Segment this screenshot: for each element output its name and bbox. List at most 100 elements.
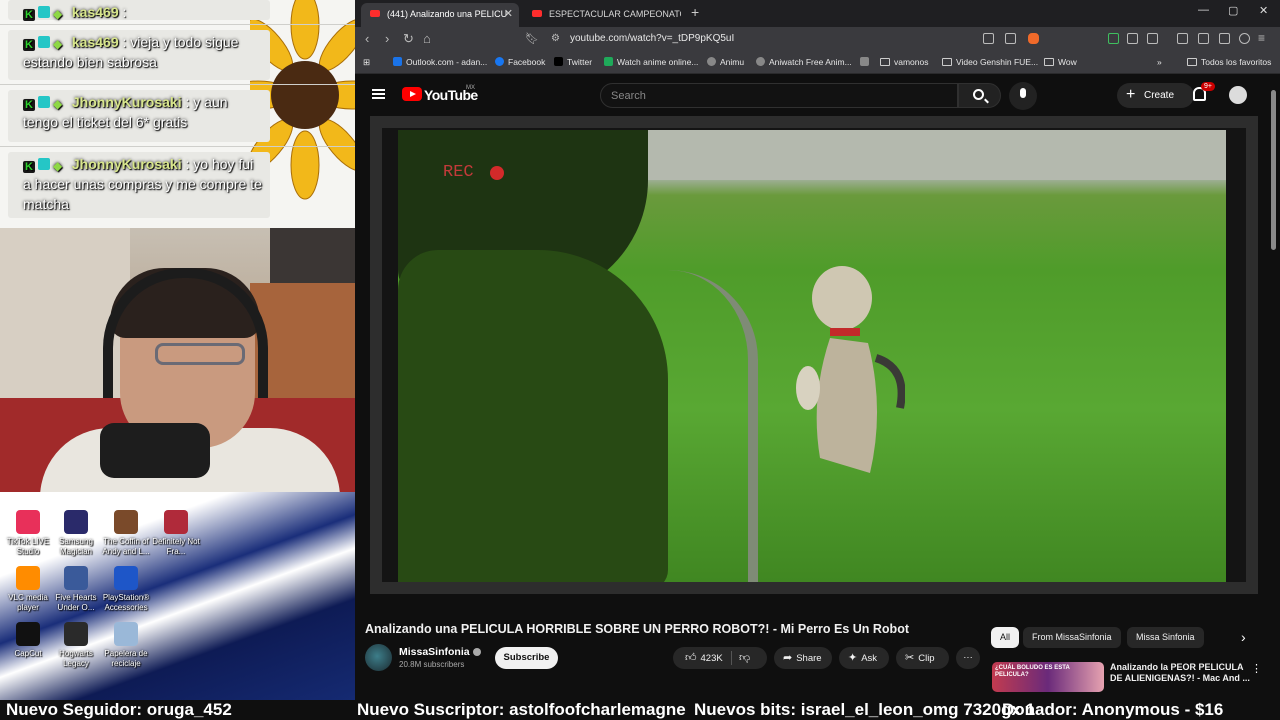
home-icon[interactable]: ⌂: [423, 31, 431, 46]
subscriber-count: 20.8M subscribers: [399, 660, 465, 669]
desktop-icon[interactable]: Five Hearts Under O...: [48, 566, 104, 613]
site-info-icon[interactable]: ⚙︎: [551, 33, 560, 44]
clip-button[interactable]: ✂ Clip: [896, 647, 949, 669]
maximize-icon[interactable]: ▢: [1228, 4, 1238, 17]
video-title: Analizando una PELICULA HORRIBLE SOBRE U…: [365, 622, 909, 636]
bookmark-item[interactable]: Animu: [707, 57, 744, 67]
subscribe-button[interactable]: Subscribe: [495, 647, 558, 669]
leo-icon[interactable]: [1219, 33, 1230, 44]
tab-youtube[interactable]: (441) Analizando una PELICU ✕: [361, 3, 519, 27]
chat-username: JhonnyKurosaki: [71, 94, 182, 110]
sub-badge-icon: [38, 96, 50, 108]
page-scrollbar[interactable]: [1271, 90, 1276, 250]
vpn-icon[interactable]: [1239, 33, 1250, 44]
bookmark-item[interactable]: Watch anime online...: [604, 57, 698, 67]
like-button[interactable]: 👍︎ 423K 👎︎: [673, 647, 767, 669]
share-button[interactable]: ➦ Share: [774, 647, 832, 669]
chat-message: K ◆ JhonnyKurosaki : yo hoy fui a hacer u…: [8, 152, 270, 218]
notification-count-badge: 9+: [1201, 82, 1215, 91]
new-tab-icon[interactable]: +: [691, 4, 699, 20]
more-horizontal-icon: ···: [963, 652, 973, 663]
sub-badge-icon: [38, 6, 50, 18]
sub-badge-icon: [38, 36, 50, 48]
create-button[interactable]: Create: [1117, 82, 1194, 108]
tab-campeonato[interactable]: ESPECTACULAR CAMPEONATO MUN: [523, 3, 681, 27]
channel-name[interactable]: MissaSinfonia: [399, 646, 481, 658]
sub-badge-icon: [38, 158, 50, 170]
chat-username: kas469: [71, 34, 119, 50]
game-icon: [64, 566, 88, 590]
recommended-thumbnail[interactable]: ¿CUÁL BOLUDO ES ESTA PELICULA?: [992, 662, 1104, 692]
sidebar-icon[interactable]: [1147, 33, 1158, 44]
search-button[interactable]: [958, 83, 1001, 108]
outlook-icon: [393, 57, 402, 66]
thumbs-down-icon[interactable]: 👎︎: [739, 647, 750, 669]
bookmark-item[interactable]: Facebook: [495, 57, 545, 67]
extension-icon[interactable]: [1108, 33, 1119, 44]
more-actions-button[interactable]: ···: [956, 647, 980, 669]
hamburger-menu-icon[interactable]: [372, 89, 385, 99]
desktop-icon[interactable]: The Coffin of Andy and L...: [98, 510, 154, 557]
close-tab-icon[interactable]: ✕: [504, 3, 513, 25]
desktop-icon[interactable]: Papelera de reciclaje: [98, 622, 154, 669]
bookmark-folder[interactable]: vamonos: [880, 57, 929, 67]
new-subscriber-alert: Nuevo Suscriptor: astolfoofcharlemagne: [357, 700, 686, 719]
url-field[interactable]: youtube.com/watch?v=_tDP9pKQ5uI: [570, 33, 734, 44]
desktop-icon[interactable]: Samsung Magician: [48, 510, 104, 557]
music-icon[interactable]: [1177, 33, 1188, 44]
voice-search-icon[interactable]: [1009, 82, 1037, 110]
verified-icon: [472, 648, 481, 656]
chip-all[interactable]: All: [991, 627, 1020, 648]
search-input[interactable]: Search: [600, 83, 958, 108]
desktop-icon[interactable]: Hogwarts Legacy: [48, 622, 104, 669]
menu-icon[interactable]: ≡: [1258, 31, 1265, 45]
chevron-right-icon[interactable]: ›: [1241, 629, 1246, 645]
site-icon: [860, 57, 869, 66]
brave-shield-icon[interactable]: [1028, 33, 1039, 44]
sparkle-icon: ✦: [848, 652, 858, 664]
reload-icon[interactable]: ↻: [403, 31, 414, 47]
bookmark-icon[interactable]: 🔖︎: [525, 32, 539, 45]
cast-icon[interactable]: [983, 33, 994, 44]
youtube-logo-icon[interactable]: [402, 87, 422, 101]
bookmark-folder[interactable]: Wow: [1044, 57, 1077, 67]
desktop-icon[interactable]: PlayStation® Accessories: [98, 566, 154, 613]
bookmark-item[interactable]: Aniwatch Free Anim...: [756, 57, 852, 67]
minimize-icon[interactable]: —: [1198, 4, 1209, 16]
chip-from-channel[interactable]: From MissaSinfonia: [1023, 627, 1121, 648]
forward-icon[interactable]: ›: [385, 31, 389, 46]
chip-missa-sinfonia[interactable]: Missa Sinfonia: [1127, 627, 1204, 648]
ask-button[interactable]: ✦ Ask: [839, 647, 889, 669]
puzzle-icon[interactable]: [1127, 33, 1138, 44]
game-icon: [114, 510, 138, 534]
diamond-badge-icon: ◆: [53, 97, 63, 111]
search-icon: [973, 89, 984, 100]
all-bookmarks[interactable]: Todos los favoritos: [1187, 57, 1271, 67]
chat-username: JhonnyKurosaki: [71, 156, 182, 172]
share-icon[interactable]: [1005, 33, 1016, 44]
video-player[interactable]: REC: [370, 116, 1258, 594]
kick-badge-icon: K: [23, 161, 35, 173]
new-follower-alert: Nuevo Seguidor: oruga_452: [6, 700, 232, 719]
channel-avatar[interactable]: [365, 644, 392, 671]
back-icon[interactable]: ‹: [365, 31, 369, 46]
account-avatar[interactable]: [1229, 86, 1247, 104]
more-bookmarks-icon[interactable]: »: [1157, 57, 1162, 67]
close-window-icon[interactable]: ✕: [1259, 4, 1268, 17]
chat-message: K ◆ kas469 :: [8, 0, 270, 21]
screen: K ◆ kas469 : K ◆ kas469 : vieja y todo sig…: [0, 0, 1280, 720]
diamond-badge-icon: ◆: [53, 159, 63, 173]
kick-badge-icon: K: [23, 99, 35, 111]
samsung-magician-icon: [64, 510, 88, 534]
chat-overlay: K ◆ kas469 : K ◆ kas469 : vieja y todo sig…: [0, 0, 355, 228]
desktop-wallpaper: TikTok LIVE Studio Samsung Magician The …: [0, 492, 355, 700]
bookmark-item[interactable]: Twitter: [554, 57, 592, 67]
apps-icon[interactable]: ⊞: [363, 57, 370, 68]
wallet-icon[interactable]: [1198, 33, 1209, 44]
more-vertical-icon[interactable]: ⋮: [1251, 662, 1262, 675]
bookmark-item[interactable]: Outlook.com - adan...: [393, 57, 487, 67]
recommended-title[interactable]: Analizando la PEOR PELICULA DE ALIENIGEN…: [1110, 662, 1250, 684]
desktop-icon[interactable]: Definitely Not Fra...: [148, 510, 204, 557]
bookmark-item[interactable]: [860, 57, 873, 67]
bookmark-folder[interactable]: Video Genshin FUE...: [942, 57, 1038, 67]
